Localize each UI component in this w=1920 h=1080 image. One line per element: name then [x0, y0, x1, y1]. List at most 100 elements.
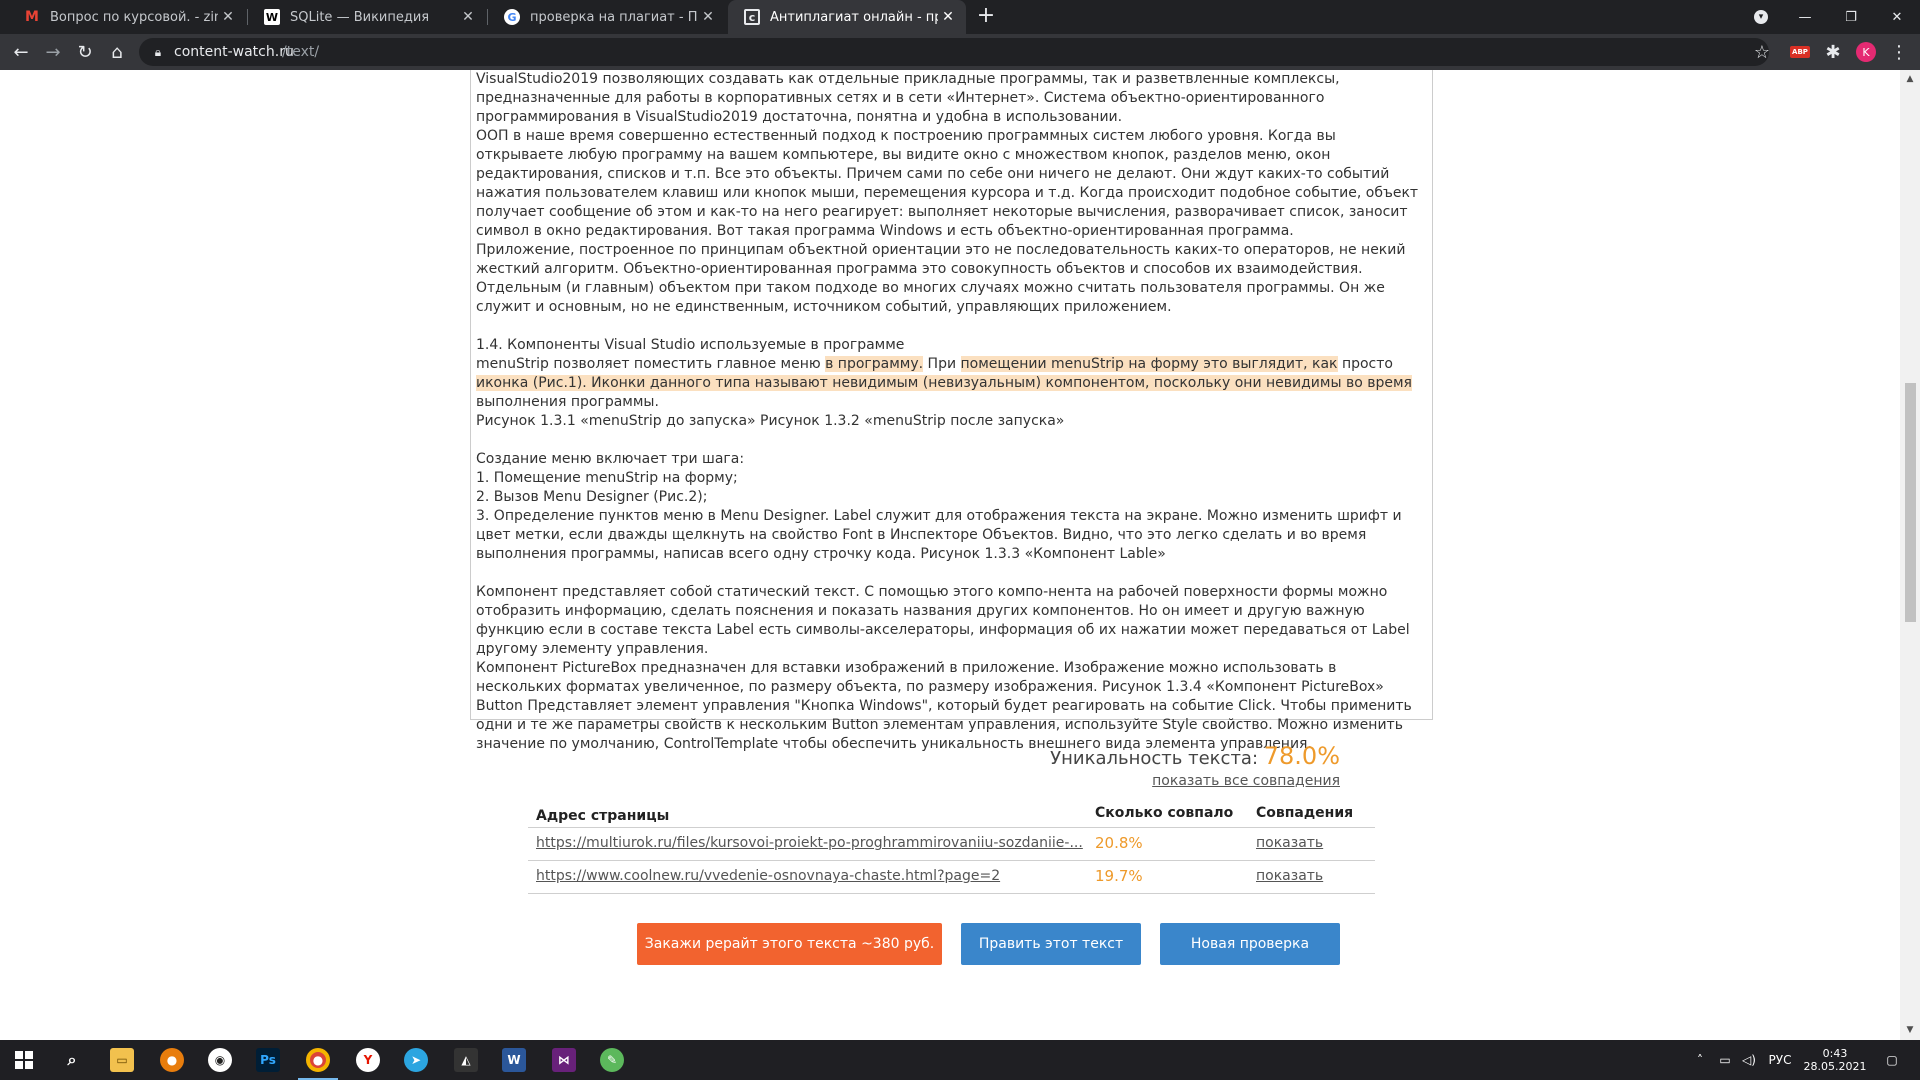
- close-window-icon[interactable]: ✕: [1874, 0, 1920, 34]
- uniqueness-result: Уникальность текста: 78.0%: [1020, 742, 1340, 770]
- text-paragraph: Компонент представляет собой статический…: [476, 584, 1410, 657]
- wikipedia-icon: W: [264, 9, 280, 25]
- home-icon[interactable]: ⌂: [104, 39, 130, 65]
- photoshop-icon[interactable]: Ps: [244, 1040, 292, 1080]
- steps-title: Создание меню включает три шага:: [476, 451, 745, 467]
- tab-google-search[interactable]: G проверка на плагиат - Поиск в ✕: [488, 0, 726, 34]
- match-percent: 20.8%: [1095, 834, 1143, 852]
- scroll-down-icon[interactable]: ▼: [1904, 1025, 1916, 1037]
- uniqueness-value: 78.0%: [1263, 742, 1340, 770]
- text-paragraph-highlighted: menuStrip позволяет поместить главное ме…: [476, 355, 1426, 412]
- telegram-icon[interactable]: ➤: [392, 1040, 440, 1080]
- search-icon[interactable]: ⌕: [48, 1040, 96, 1080]
- text-fragment: При: [923, 356, 961, 372]
- paint-icon[interactable]: ✎: [588, 1040, 636, 1080]
- url-path[interactable]: /text/: [282, 44, 319, 60]
- obs-icon[interactable]: ◉: [196, 1040, 244, 1080]
- text-paragraph: ООП в наше время совершенно естественный…: [476, 128, 1419, 239]
- content-watch-icon: c: [744, 9, 760, 25]
- address-bar[interactable]: [139, 38, 1769, 66]
- tab-title: проверка на плагиат - Поиск в: [530, 9, 698, 25]
- table-row: https://multiurok.ru/files/kursovoi-proi…: [528, 828, 1375, 861]
- forward-icon[interactable]: →: [40, 39, 66, 65]
- chrome-menu-icon[interactable]: ⋮: [1886, 39, 1912, 65]
- show-match-link[interactable]: показать: [1256, 868, 1323, 884]
- text-fragment: menuStrip позволяет поместить главное ме…: [476, 356, 826, 372]
- step-item: 3. Определение пунктов меню в Menu Desig…: [476, 508, 1402, 562]
- notifications-icon[interactable]: ▢: [1872, 1040, 1912, 1080]
- figure-caption: Рисунок 1.3.1 «menuStrip до запуска» Рис…: [476, 413, 1065, 429]
- visual-studio-icon[interactable]: ⋈: [540, 1040, 588, 1080]
- new-check-button[interactable]: Новая проверка: [1160, 923, 1340, 965]
- uniqueness-label: Уникальность текста:: [1050, 748, 1264, 769]
- table-header: Адрес страницы Сколько совпало Совпадени…: [528, 796, 1375, 828]
- column-header-matched: Сколько совпало: [1095, 805, 1234, 821]
- text-paragraph: VisualStudio2019 позволяющих создавать к…: [476, 71, 1340, 125]
- tray-chevron-icon[interactable]: ˄: [1690, 1040, 1710, 1080]
- match-highlight: в программу.: [825, 356, 924, 372]
- match-url-link[interactable]: https://multiurok.ru/files/kursovoi-proi…: [536, 835, 1083, 851]
- tab-title: SQLite — Википедия: [290, 9, 430, 25]
- table-row: https://www.coolnew.ru/vvedenie-osnovnay…: [528, 861, 1375, 894]
- windows-logo-icon: [15, 1051, 33, 1069]
- close-tab-icon[interactable]: ✕: [458, 9, 478, 25]
- scroll-up-icon[interactable]: ▲: [1904, 74, 1916, 86]
- match-percent: 19.7%: [1095, 867, 1143, 885]
- new-tab-button[interactable]: +: [973, 5, 999, 29]
- close-tab-icon[interactable]: ✕: [698, 9, 718, 25]
- tab-gmail[interactable]: M Вопрос по курсовой. - zinchenk ✕: [8, 0, 246, 34]
- order-rewrite-button[interactable]: Закажи рерайт этого текста ~380 руб.: [637, 923, 942, 965]
- tab-search-icon[interactable]: ▾: [1738, 0, 1784, 34]
- tab-title: Антиплагиат онлайн - провери: [770, 9, 938, 25]
- language-indicator[interactable]: РУС: [1762, 1040, 1798, 1080]
- clock-date: 28.05.2021: [1803, 1060, 1867, 1073]
- scrollbar-thumb[interactable]: [1905, 383, 1916, 622]
- adblock-icon[interactable]: ABP: [1787, 39, 1813, 65]
- file-explorer-icon[interactable]: ▭: [98, 1040, 146, 1080]
- text-paragraph: Компонент PictureBox предназначен для вс…: [476, 660, 1412, 752]
- text-paragraph: Приложение, построенное по принципам объ…: [476, 242, 1406, 315]
- match-highlight: иконка (Рис.1). Иконки данного типа назы…: [476, 375, 1412, 391]
- tab-sqlite[interactable]: W SQLite — Википедия ✕: [248, 0, 486, 34]
- column-header-matches: Совпадения: [1256, 805, 1354, 821]
- adblock-badge: ABP: [1790, 46, 1810, 58]
- volume-icon[interactable]: ◁): [1738, 1040, 1760, 1080]
- clock-time: 0:43: [1822, 1047, 1848, 1060]
- text-fragment: просто: [1337, 356, 1393, 372]
- network-icon[interactable]: ▭: [1714, 1040, 1736, 1080]
- start-icon[interactable]: [0, 1040, 48, 1080]
- word-icon[interactable]: W: [490, 1040, 538, 1080]
- minimize-icon[interactable]: —: [1782, 0, 1828, 34]
- show-match-link[interactable]: показать: [1256, 835, 1323, 851]
- clock[interactable]: 0:43 28.05.2021: [1800, 1040, 1870, 1080]
- restore-icon[interactable]: ❐: [1828, 0, 1874, 34]
- lock-icon[interactable]: 🔒︎: [145, 39, 171, 65]
- close-tab-icon[interactable]: ✕: [938, 9, 958, 25]
- reload-icon[interactable]: ↻: [72, 39, 98, 65]
- bookmark-star-icon[interactable]: ☆: [1749, 39, 1775, 65]
- section-heading: 1.4. Компоненты Visual Studio используем…: [476, 337, 905, 353]
- edit-text-button[interactable]: Править этот текст: [961, 923, 1141, 965]
- url-host[interactable]: content-watch.ru: [174, 44, 294, 60]
- match-highlight: помещении menuStrip на форму это выгляди…: [960, 356, 1338, 372]
- close-tab-icon[interactable]: ✕: [218, 9, 238, 25]
- yandex-icon[interactable]: Y: [344, 1040, 392, 1080]
- step-item: 1. Помещение menuStrip на форму;: [476, 470, 738, 486]
- extensions-puzzle-icon[interactable]: ✱: [1820, 39, 1846, 65]
- back-icon[interactable]: ←: [8, 39, 34, 65]
- profile-avatar[interactable]: K: [1853, 39, 1879, 65]
- browser-tab-strip: M Вопрос по курсовой. - zinchenk ✕ W SQL…: [0, 0, 1920, 34]
- chrome-icon[interactable]: ●: [294, 1040, 342, 1080]
- checked-text: VisualStudio2019 позволяющих создавать к…: [476, 70, 1426, 754]
- text-fragment: выполнения программы.: [476, 394, 659, 410]
- column-header-url: Адрес страницы: [536, 808, 670, 824]
- show-all-matches-link[interactable]: показать все совпадения: [1100, 773, 1340, 789]
- match-url-link[interactable]: https://www.coolnew.ru/vvedenie-osnovnay…: [536, 868, 1000, 884]
- google-icon: G: [504, 9, 520, 25]
- profile-initial: K: [1856, 42, 1876, 62]
- tab-antiplagiat[interactable]: c Антиплагиат онлайн - провери ✕: [728, 0, 966, 34]
- blender-icon[interactable]: ●: [148, 1040, 196, 1080]
- step-item: 2. Вызов Menu Designer (Рис.2);: [476, 489, 708, 505]
- checked-text-box[interactable]: VisualStudio2019 позволяющих создавать к…: [470, 70, 1433, 752]
- app-icon[interactable]: ◭: [442, 1040, 490, 1080]
